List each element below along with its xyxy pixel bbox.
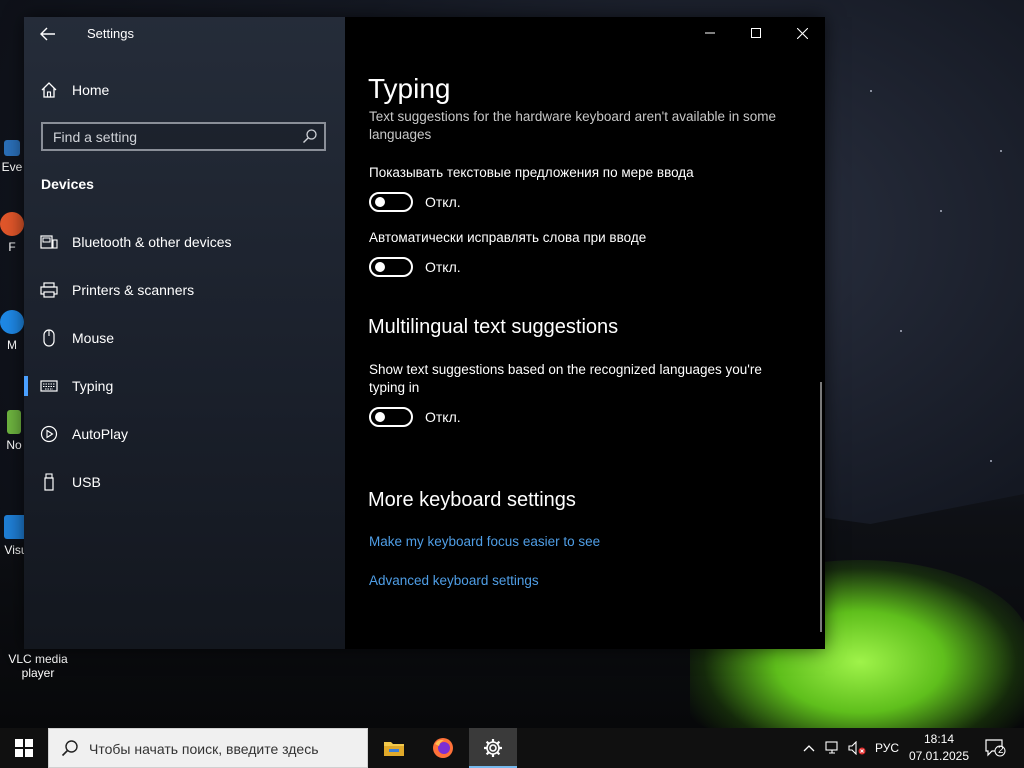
minimize-button[interactable] xyxy=(687,17,733,49)
title-bar: Settings xyxy=(24,17,345,51)
scrollbar[interactable] xyxy=(820,382,822,632)
taskbar-firefox[interactable] xyxy=(419,728,467,768)
volume-muted-icon xyxy=(848,741,866,755)
settings-window: Settings Home Devices Bluetooth & other … xyxy=(24,17,825,649)
home-label: Home xyxy=(72,82,110,98)
usb-icon xyxy=(40,473,58,491)
window-controls xyxy=(687,17,825,49)
sidebar: Settings Home Devices Bluetooth & other … xyxy=(24,17,345,649)
toggle-state: Откл. xyxy=(425,194,461,210)
sidebar-item-label: Typing xyxy=(72,378,114,394)
notification-center-button[interactable]: 2 xyxy=(980,728,1010,768)
taskbar-search[interactable]: Чтобы начать поиск, введите здесь xyxy=(48,728,368,768)
home-link[interactable]: Home xyxy=(40,79,109,101)
desktop-icon-label: Eve xyxy=(1,160,23,174)
taskbar-file-explorer[interactable] xyxy=(370,728,418,768)
show-suggestions-toggle[interactable] xyxy=(369,192,413,212)
sidebar-item-label: Mouse xyxy=(72,330,115,346)
multilingual-setting: Откл. xyxy=(369,407,461,427)
desktop-icon-label: No xyxy=(6,438,22,452)
multilingual-label: Show text suggestions based on the recog… xyxy=(369,362,762,395)
search-input[interactable] xyxy=(43,124,303,149)
network-button[interactable] xyxy=(822,728,844,768)
folder-icon xyxy=(384,742,404,756)
sidebar-item-label: USB xyxy=(72,474,101,490)
notification-count: 2 xyxy=(998,745,1004,756)
clock[interactable]: 18:14 07.01.2025 xyxy=(904,731,974,765)
desktop-icon-eve[interactable]: Eve xyxy=(0,140,24,174)
close-button[interactable] xyxy=(779,17,825,49)
maximize-icon xyxy=(751,28,761,38)
toggle-state: Откл. xyxy=(425,259,461,275)
back-button[interactable] xyxy=(34,23,62,45)
content-pane: Typing Text suggestions for the hardware… xyxy=(345,17,825,649)
mouse-icon xyxy=(40,329,58,347)
autocorrect-label: Автоматически исправлять слова при вводе xyxy=(369,230,647,245)
close-icon xyxy=(796,27,808,39)
taskbar-settings[interactable] xyxy=(469,728,517,768)
desktop-icon-m[interactable]: M xyxy=(0,310,24,352)
desktop-icon-label: VLC media player xyxy=(8,652,68,680)
sidebar-item-typing[interactable]: Typing xyxy=(24,366,345,406)
sidebar-item-mouse[interactable]: Mouse xyxy=(24,318,345,358)
network-icon xyxy=(825,741,838,754)
printer-icon xyxy=(40,281,58,299)
clock-time: 18:14 xyxy=(923,732,955,746)
home-icon xyxy=(40,81,58,99)
bluetooth-devices-icon xyxy=(40,233,58,251)
sidebar-item-label: AutoPlay xyxy=(72,426,129,442)
search-icon[interactable] xyxy=(302,128,318,149)
clock-date: 07.01.2025 xyxy=(908,749,970,763)
show-hidden-icons-button[interactable] xyxy=(798,728,820,768)
language-indicator[interactable]: РУС xyxy=(870,728,904,768)
autocorrect-setting: Откл. xyxy=(369,257,461,277)
app-title: Settings xyxy=(87,26,134,41)
sidebar-item-usb[interactable]: USB xyxy=(24,462,345,502)
sidebar-item-autoplay[interactable]: AutoPlay xyxy=(24,414,345,454)
advanced-keyboard-link[interactable]: Advanced keyboard settings xyxy=(369,573,539,588)
unavailable-languages-note: Text suggestions for the hardware keyboa… xyxy=(369,109,777,142)
sidebar-item-label: Printers & scanners xyxy=(72,282,195,298)
taskbar-search-placeholder: Чтобы начать поиск, введите здесь xyxy=(89,741,319,757)
minimize-icon xyxy=(705,32,715,34)
autocorrect-toggle[interactable] xyxy=(369,257,413,277)
more-keyboard-heading: More keyboard settings xyxy=(368,489,576,511)
keyboard-focus-link[interactable]: Make my keyboard focus easier to see xyxy=(369,534,600,549)
keyboard-icon xyxy=(40,377,58,395)
desktop-icon-f[interactable]: F xyxy=(0,212,24,254)
sidebar-item-label: Bluetooth & other devices xyxy=(72,234,232,250)
gear-icon xyxy=(484,739,502,757)
volume-button[interactable] xyxy=(846,728,868,768)
page-title: Typing xyxy=(368,73,451,104)
desktop-icon-label: F xyxy=(8,240,16,254)
toggle-state: Откл. xyxy=(425,409,461,425)
maximize-button[interactable] xyxy=(733,17,779,49)
desktop-icon-label: M xyxy=(7,338,17,352)
sidebar-item-bluetooth[interactable]: Bluetooth & other devices xyxy=(24,222,345,262)
sidebar-item-printers[interactable]: Printers & scanners xyxy=(24,270,345,310)
chevron-up-icon xyxy=(803,745,815,752)
section-title: Devices xyxy=(41,176,94,192)
firefox-icon xyxy=(433,738,453,758)
taskbar: Чтобы начать поиск, введите здесь РУС 18… xyxy=(0,728,1024,768)
back-arrow-icon xyxy=(40,27,55,41)
show-suggestions-label: Показывать текстовые предложения по мере… xyxy=(369,165,694,180)
search-icon xyxy=(61,739,79,762)
windows-logo-icon xyxy=(15,739,33,757)
autoplay-icon xyxy=(40,425,58,443)
start-button[interactable] xyxy=(0,728,48,768)
multilingual-toggle[interactable] xyxy=(369,407,413,427)
find-setting-search xyxy=(41,122,326,151)
multilingual-heading: Multilingual text suggestions xyxy=(368,316,619,338)
show-suggestions-setting: Откл. xyxy=(369,192,461,212)
